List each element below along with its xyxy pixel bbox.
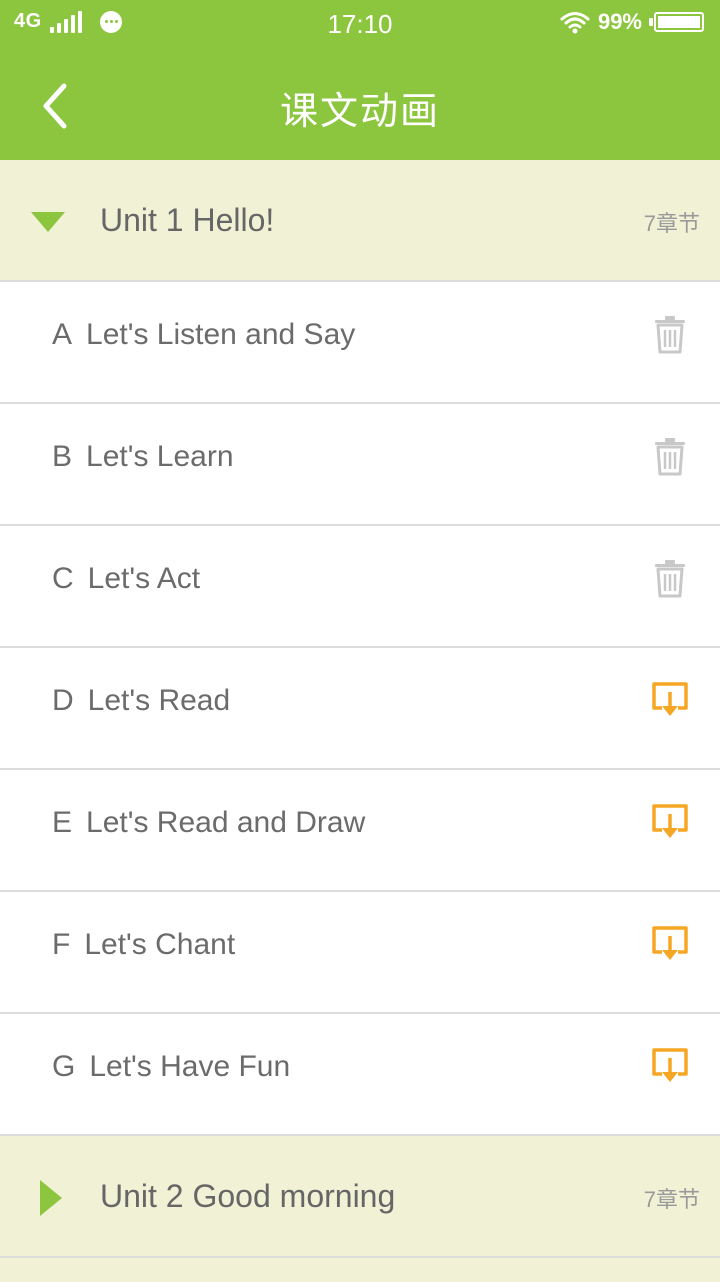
lesson-title: Let's Read (87, 684, 231, 717)
download-icon[interactable] (650, 680, 690, 720)
triangle-down-icon (31, 212, 65, 232)
unit-title: Unit 1 Hello! (100, 202, 275, 238)
battery-fill (658, 16, 700, 28)
lesson-row[interactable]: D Let's Read (0, 648, 720, 770)
lesson-label: B Let's Learn (52, 440, 234, 474)
lesson-label: A Let's Listen and Say (52, 318, 355, 352)
trash-icon[interactable] (650, 314, 690, 354)
download-icon[interactable] (650, 802, 690, 842)
battery-percent: 99% (597, 9, 642, 34)
lesson-row[interactable]: G Let's Have Fun (0, 1014, 720, 1136)
unit-chapter-count: 7章节 (643, 1187, 700, 1212)
lesson-label: E Let's Read and Draw (52, 806, 365, 840)
lesson-row[interactable]: F Let's Chant (0, 892, 720, 1014)
lesson-title: Let's Listen and Say (86, 318, 356, 351)
status-bar: 4G 17:10 99% (0, 0, 720, 50)
lesson-title: Let's Act (87, 562, 201, 595)
lesson-letter: C (52, 562, 74, 595)
lesson-label: F Let's Chant (52, 928, 235, 962)
lesson-title: Let's Read and Draw (86, 806, 366, 839)
download-icon[interactable] (650, 1046, 690, 1086)
download-icon[interactable] (650, 924, 690, 964)
nav-bar: 课文动画 (0, 50, 720, 160)
triangle-right-icon (40, 1180, 62, 1216)
page-title: 课文动画 (279, 91, 440, 133)
unit-header-1[interactable]: Unit 1 Hello! 7章节 (0, 160, 720, 282)
trash-icon[interactable] (650, 558, 690, 598)
status-right: 99% (560, 9, 704, 35)
wifi-icon (560, 12, 590, 34)
lesson-title: Let's Chant (84, 928, 236, 961)
lesson-letter: G (52, 1050, 76, 1083)
unit-header-2[interactable]: Unit 2 Good morning 7章节 (0, 1136, 720, 1258)
top-bar: 4G 17:10 99% 课文动画 (0, 0, 720, 160)
lesson-letter: A (52, 318, 73, 351)
lesson-title: Let's Learn (86, 440, 234, 473)
lesson-letter: D (52, 684, 74, 717)
battery-icon (649, 12, 704, 32)
lesson-label: C Let's Act (52, 562, 200, 596)
trash-icon[interactable] (650, 436, 690, 476)
lesson-letter: F (52, 928, 71, 961)
lesson-letter: E (52, 806, 73, 839)
lesson-label: G Let's Have Fun (52, 1050, 290, 1084)
lesson-row[interactable]: B Let's Learn (0, 404, 720, 526)
lesson-row[interactable]: A Let's Listen and Say (0, 282, 720, 404)
lesson-row[interactable]: E Let's Read and Draw (0, 770, 720, 892)
lesson-list: Unit 1 Hello! 7章节 A Let's Listen and Say … (0, 160, 720, 1282)
unit-chapter-count: 7章节 (643, 211, 700, 236)
lesson-letter: B (52, 440, 73, 473)
unit-title: Unit 2 Good morning (100, 1178, 396, 1214)
unit-header-partial (0, 1258, 720, 1282)
lesson-row[interactable]: C Let's Act (0, 526, 720, 648)
lesson-label: D Let's Read (52, 684, 230, 718)
lesson-title: Let's Have Fun (89, 1050, 291, 1083)
